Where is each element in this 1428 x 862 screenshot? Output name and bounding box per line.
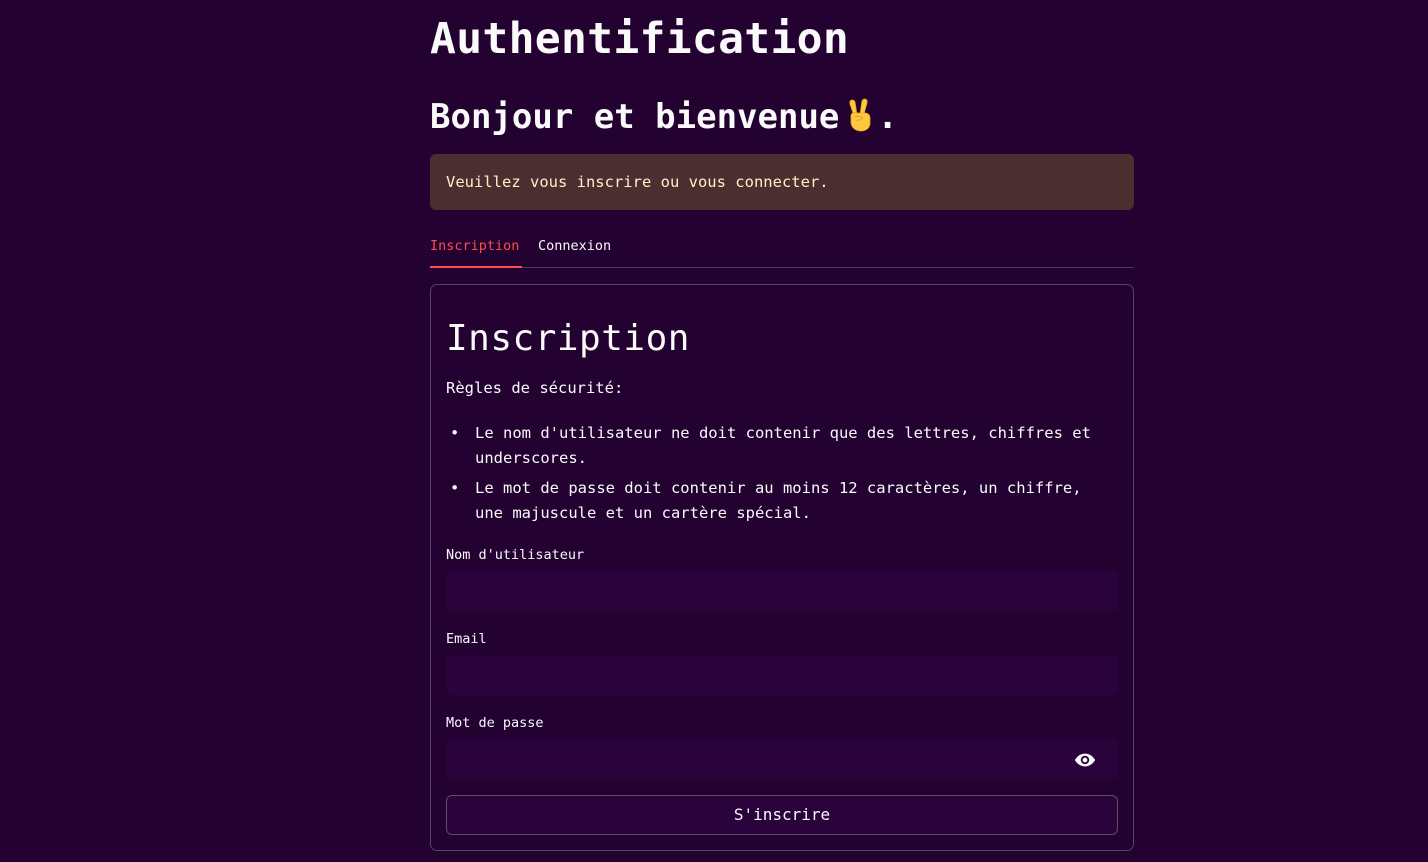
info-alert: Veuillez vous inscrire ou vous connecter… [430, 154, 1134, 210]
username-label: Nom d'utilisateur [446, 547, 585, 563]
tab-list: Inscription Connexion [430, 230, 1134, 268]
victory-hand-icon [849, 98, 871, 132]
greeting-heading: Bonjour et bienvenue . [430, 96, 898, 138]
tab-connexion[interactable]: Connexion [538, 230, 611, 267]
password-label: Mot de passe [446, 715, 544, 731]
greeting-end: . [877, 97, 898, 137]
rules-list: Le nom d'utilisateur ne doit contenir qu… [446, 421, 1118, 531]
registration-form: Inscription Règles de sécurité: Le nom d… [430, 284, 1134, 851]
form-title: Inscription [446, 318, 690, 359]
email-input[interactable] [446, 655, 1118, 695]
email-label: Email [446, 631, 487, 647]
rule-username: Le nom d'utilisateur ne doit contenir qu… [446, 421, 1118, 471]
rules-heading: Règles de sécurité: [446, 379, 624, 397]
tab-inscription[interactable]: Inscription [430, 230, 522, 268]
password-input[interactable] [446, 739, 1118, 779]
eye-icon[interactable] [1074, 749, 1096, 771]
rule-password: Le mot de passe doit contenir au moins 1… [446, 476, 1118, 526]
page-title: Authentification [430, 14, 850, 64]
greeting-text: Bonjour et bienvenue [430, 97, 840, 137]
username-input[interactable] [446, 571, 1118, 611]
submit-button[interactable]: S'inscrire [446, 795, 1118, 835]
